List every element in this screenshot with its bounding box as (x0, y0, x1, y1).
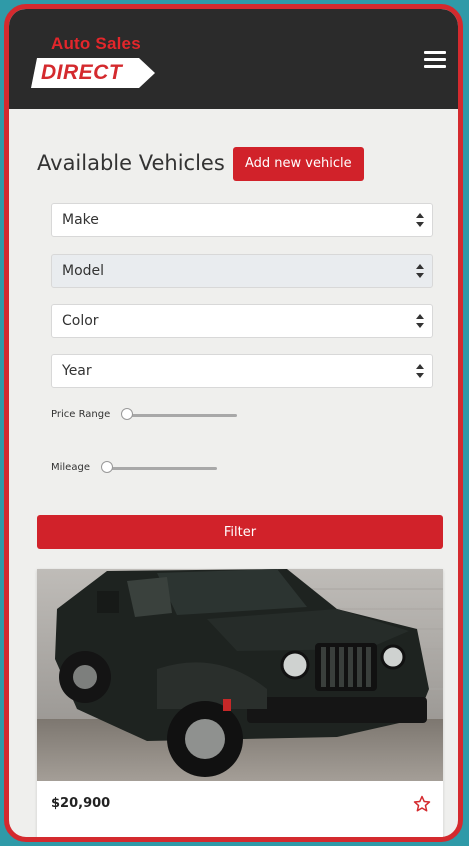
select-arrows-icon (416, 364, 424, 378)
add-new-vehicle-button[interactable]: Add new vehicle (233, 147, 364, 181)
vehicle-card[interactable]: $20,900 (37, 569, 443, 837)
year-select[interactable]: Year (51, 354, 433, 388)
logo-word: DIRECT (41, 61, 123, 84)
star-outline-icon[interactable] (413, 795, 431, 813)
select-arrows-icon (416, 314, 424, 328)
color-select-value: Color (62, 313, 99, 329)
make-select[interactable]: Make (51, 203, 433, 237)
vehicle-photo[interactable] (37, 569, 443, 781)
hamburger-menu-icon[interactable] (424, 51, 446, 69)
mileage-thumb[interactable] (101, 461, 113, 473)
model-select[interactable]: Model (51, 254, 433, 288)
mileage-label: Mileage (51, 462, 90, 473)
brand-logo[interactable]: Auto Sales DIRECT (31, 31, 161, 91)
logo-top-text: Auto Sales (51, 34, 141, 53)
make-select-value: Make (62, 212, 99, 228)
vehicle-price: $20,900 (51, 796, 111, 811)
price-range-label: Price Range (51, 409, 111, 420)
jeep-photo-illustration (37, 569, 443, 781)
price-range-control: Price Range (51, 407, 251, 427)
year-select-value: Year (62, 363, 92, 379)
phone-frame: Auto Sales DIRECT Available Vehicles Add… (0, 0, 469, 846)
select-arrows-icon (416, 264, 424, 278)
heading-row: Available Vehicles Add new vehicle (37, 147, 437, 187)
color-select[interactable]: Color (51, 304, 433, 338)
price-range-track[interactable] (123, 414, 237, 417)
mileage-control: Mileage (51, 460, 251, 480)
select-arrows-icon (416, 213, 424, 227)
filter-button[interactable]: Filter (37, 515, 443, 549)
app-screen: Auto Sales DIRECT Available Vehicles Add… (4, 4, 463, 842)
mileage-track[interactable] (103, 467, 217, 470)
price-range-thumb[interactable] (121, 408, 133, 420)
top-navbar: Auto Sales DIRECT (9, 9, 458, 109)
model-select-value: Model (62, 263, 105, 279)
page-title: Available Vehicles (37, 151, 225, 175)
